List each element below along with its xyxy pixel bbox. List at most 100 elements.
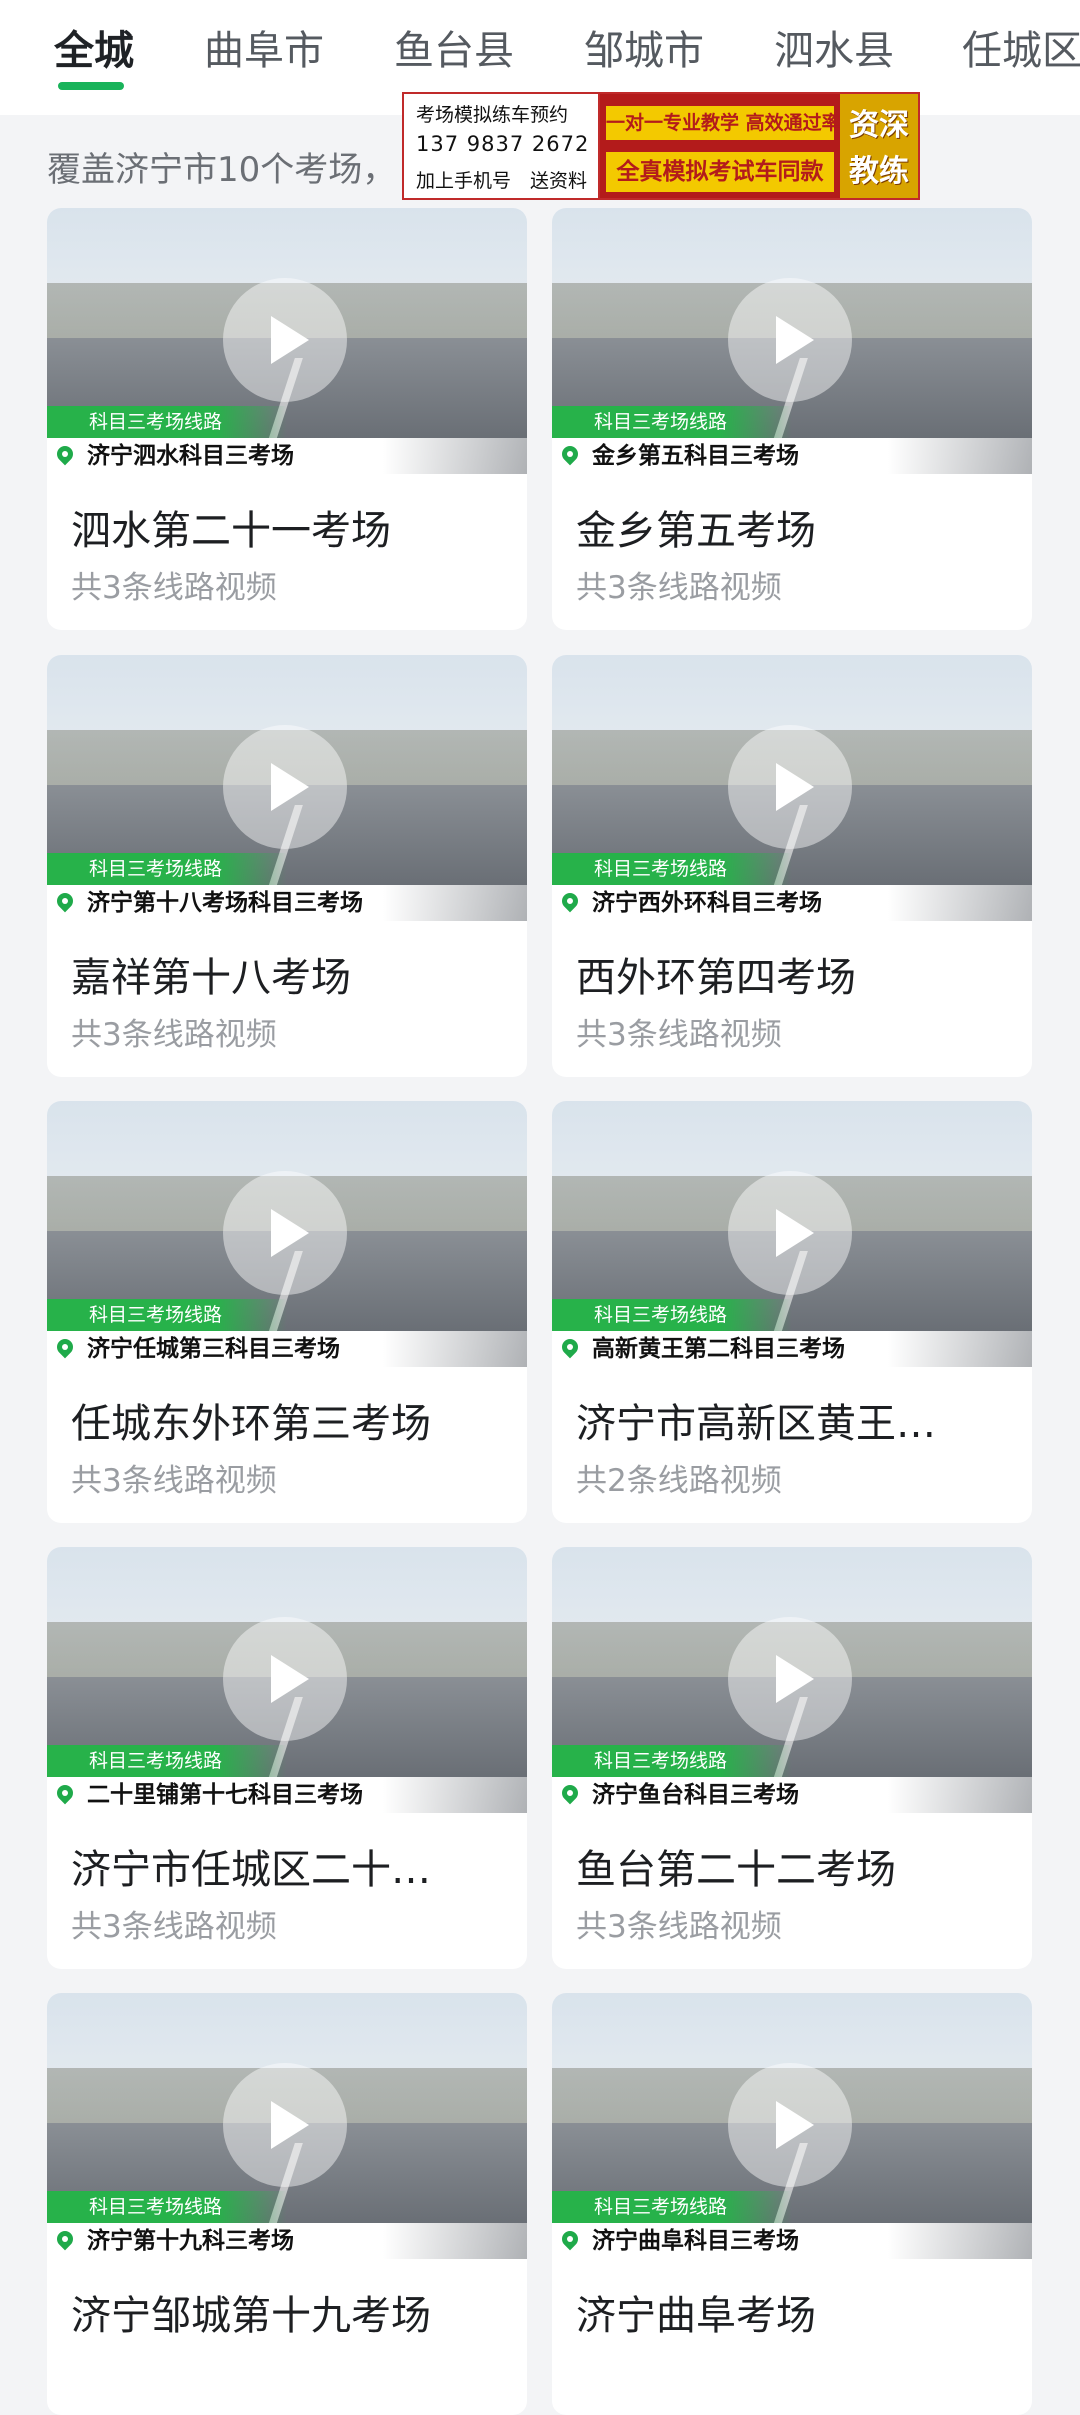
location-pin-icon [53,442,77,466]
location-name: 金乡第五科目三考场 [592,443,799,469]
card-title: 济宁市任城区二十… [71,1847,431,1893]
play-icon[interactable] [223,278,347,402]
card-title: 济宁市高新区黄王… [576,1401,936,1447]
card-title: 济宁邹城第十九考场 [71,2293,431,2339]
tab-sishui[interactable]: 泗水县 [774,18,894,76]
card-title: 金乡第五考场 [576,508,816,554]
exam-site-card[interactable]: 科目三考场线路 高新黄王第二科目三考场 济宁市高新区黄王… 共2条线路视频 [552,1101,1032,1523]
card-title: 泗水第二十一考场 [71,508,391,554]
card-route-count: 共3条线路视频 [71,570,277,606]
card-route-count: 共3条线路视频 [576,570,782,606]
route-tag: 科目三考场线路 [552,406,792,438]
tab-all-city[interactable]: 全城 [54,18,134,76]
card-title: 任城东外环第三考场 [71,1401,431,1447]
location-pin-icon [558,442,582,466]
route-video-thumbnail[interactable]: 科目三考场线路 高新黄王第二科目三考场 [552,1101,1032,1367]
play-icon[interactable] [223,1617,347,1741]
coverage-summary: 覆盖济宁市10个考场， [47,150,397,190]
tab-yutai[interactable]: 鱼台县 [394,18,514,76]
ad-badge-line-2: 教练 [849,154,909,189]
ad-contact-panel: 考场模拟练车预约 137 9837 2672 加上手机号 送资料 [404,94,600,198]
location-bar: 金乡第五科目三考场 [552,438,1032,474]
ad-add-phone-text: 加上手机号 送资料 [416,170,588,192]
location-name: 高新黄王第二科目三考场 [592,1336,845,1362]
route-tag: 科目三考场线路 [47,1299,287,1331]
exam-site-card[interactable]: 科目三考场线路 济宁西外环科目三考场 西外环第四考场 共3条线路视频 [552,655,1032,1077]
route-video-thumbnail[interactable]: 科目三考场线路 济宁泗水科目三考场 [47,208,527,474]
play-icon[interactable] [728,725,852,849]
ad-slogan-1: 一对一专业教学 高效通过率 [606,106,841,140]
ad-phone: 137 9837 2672 [416,132,590,156]
card-title: 鱼台第二十二考场 [576,1847,896,1893]
card-title: 嘉祥第十八考场 [71,955,351,1001]
location-pin-icon [53,889,77,913]
card-title: 济宁曲阜考场 [576,2293,816,2339]
location-pin-icon [53,1335,77,1359]
card-route-count: 共3条线路视频 [576,1909,782,1945]
card-route-count: 共2条线路视频 [576,1463,782,1499]
play-icon[interactable] [223,1171,347,1295]
location-bar: 济宁鱼台科目三考场 [552,1777,1032,1813]
card-route-count: 共3条线路视频 [71,1463,277,1499]
location-bar: 高新黄王第二科目三考场 [552,1331,1032,1367]
exam-site-card[interactable]: 科目三考场线路 济宁鱼台科目三考场 鱼台第二十二考场 共3条线路视频 [552,1547,1032,1969]
location-name: 济宁西外环科目三考场 [592,890,822,916]
location-pin-icon [558,1781,582,1805]
card-route-count: 共3条线路视频 [71,1909,277,1945]
exam-site-card[interactable]: 科目三考场线路 二十里铺第十七科目三考场 济宁市任城区二十… 共3条线路视频 [47,1547,527,1969]
location-bar: 济宁第十八考场科目三考场 [47,885,527,921]
location-name: 济宁曲阜科目三考场 [592,2228,799,2254]
play-icon[interactable] [728,1617,852,1741]
route-tag: 科目三考场线路 [552,1299,792,1331]
play-icon[interactable] [728,2063,852,2187]
location-pin-icon [558,1335,582,1359]
exam-site-card[interactable]: 科目三考场线路 济宁曲阜科目三考场 济宁曲阜考场 [552,1993,1032,2415]
location-name: 济宁泗水科目三考场 [87,443,294,469]
ad-booking-text: 考场模拟练车预约 [416,104,569,126]
location-bar: 济宁西外环科目三考场 [552,885,1032,921]
location-name: 济宁鱼台科目三考场 [592,1782,799,1808]
route-video-thumbnail[interactable]: 科目三考场线路 济宁鱼台科目三考场 [552,1547,1032,1813]
play-icon[interactable] [223,725,347,849]
location-pin-icon [53,2227,77,2251]
card-route-count: 共3条线路视频 [71,1017,277,1053]
location-bar: 济宁任城第三科目三考场 [47,1331,527,1367]
exam-site-card[interactable]: 科目三考场线路 济宁第十八考场科目三考场 嘉祥第十八考场 共3条线路视频 [47,655,527,1077]
ad-badge-line-1: 资深 [849,108,909,143]
route-video-thumbnail[interactable]: 科目三考场线路 二十里铺第十七科目三考场 [47,1547,527,1813]
location-pin-icon [558,889,582,913]
route-video-thumbnail[interactable]: 科目三考场线路 济宁第十九科三考场 [47,1993,527,2259]
play-icon[interactable] [223,2063,347,2187]
location-pin-icon [558,2227,582,2251]
route-video-thumbnail[interactable]: 科目三考场线路 济宁任城第三科目三考场 [47,1101,527,1367]
location-bar: 二十里铺第十七科目三考场 [47,1777,527,1813]
route-tag: 科目三考场线路 [47,1745,287,1777]
play-icon[interactable] [728,278,852,402]
play-icon[interactable] [728,1171,852,1295]
exam-site-card[interactable]: 科目三考场线路 济宁任城第三科目三考场 任城东外环第三考场 共3条线路视频 [47,1101,527,1523]
card-route-count: 共3条线路视频 [576,1017,782,1053]
location-name: 济宁第十八考场科目三考场 [87,890,363,916]
route-video-thumbnail[interactable]: 科目三考场线路 金乡第五科目三考场 [552,208,1032,474]
exam-site-card[interactable]: 科目三考场线路 济宁泗水科目三考场 泗水第二十一考场 共3条线路视频 [47,208,527,630]
location-bar: 济宁第十九科三考场 [47,2223,527,2259]
ad-banner[interactable]: 考场模拟练车预约 137 9837 2672 加上手机号 送资料 一对一专业教学… [402,92,920,200]
ad-slogan-2: 全真模拟考试车同款 [606,152,834,192]
route-tag: 科目三考场线路 [552,1745,792,1777]
route-video-thumbnail[interactable]: 科目三考场线路 济宁西外环科目三考场 [552,655,1032,921]
route-tag: 科目三考场线路 [47,853,287,885]
location-pin-icon [53,1781,77,1805]
card-title: 西外环第四考场 [576,955,856,1001]
ad-badge: 资深 教练 [840,94,918,198]
location-bar: 济宁曲阜科目三考场 [552,2223,1032,2259]
exam-site-card[interactable]: 科目三考场线路 金乡第五科目三考场 金乡第五考场 共3条线路视频 [552,208,1032,630]
route-tag: 科目三考场线路 [47,2191,287,2223]
tab-zoucheng[interactable]: 邹城市 [584,18,704,76]
route-video-thumbnail[interactable]: 科目三考场线路 济宁曲阜科目三考场 [552,1993,1032,2259]
route-video-thumbnail[interactable]: 科目三考场线路 济宁第十八考场科目三考场 [47,655,527,921]
tab-qufu[interactable]: 曲阜市 [204,18,324,76]
exam-site-card[interactable]: 科目三考场线路 济宁第十九科三考场 济宁邹城第十九考场 [47,1993,527,2415]
location-name: 济宁第十九科三考场 [87,2228,294,2254]
tab-rencheng[interactable]: 任城区 [962,18,1080,76]
route-tag: 科目三考场线路 [47,406,287,438]
